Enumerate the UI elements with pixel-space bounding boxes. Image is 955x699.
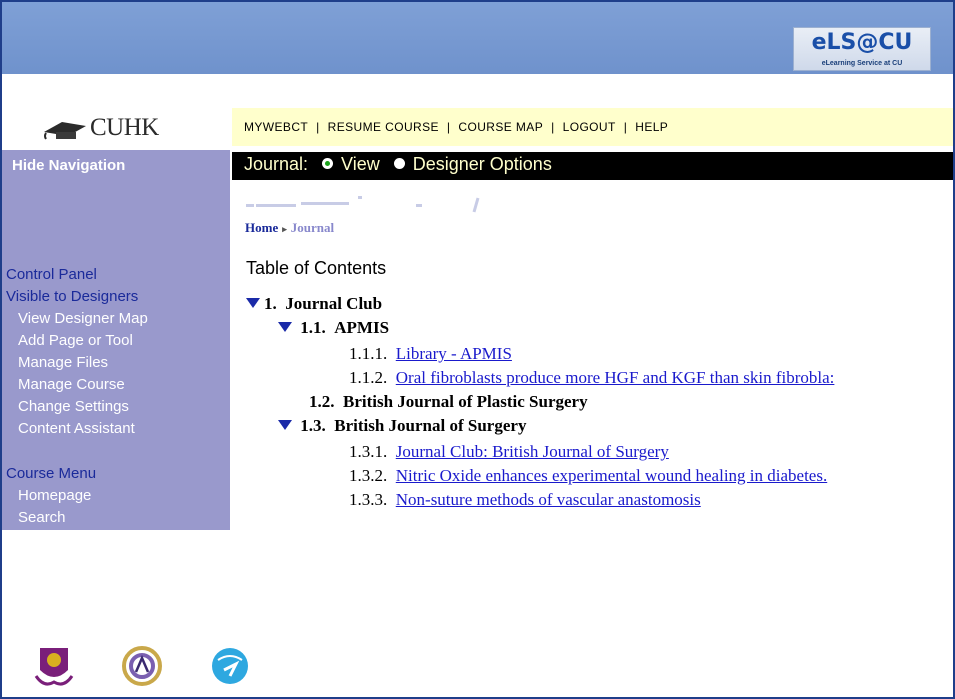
els-cu-logo[interactable]: eLS@CU eLearning Service at CU [793, 27, 931, 71]
sidebar-item-content-assistant[interactable]: Content Assistant [6, 418, 148, 440]
institute-logo-icon [122, 646, 162, 686]
toc-entry-number: 1.3.2. [349, 466, 388, 485]
hide-navigation-link[interactable]: Hide Navigation [12, 157, 125, 174]
toc-entry-1-1-2: 1.1.2. Oral fibroblasts produce more HGF… [349, 368, 834, 388]
toc-entry-label: British Journal of Plastic Surgery [343, 392, 588, 411]
journal-options-bar: Journal: View Designer Options [232, 152, 953, 180]
menu-separator: | [551, 120, 555, 134]
toc-entry-label: Journal Club [285, 294, 383, 313]
toc-entry-number: 1.2. [309, 392, 335, 411]
menu-separator: | [446, 120, 451, 134]
toc-entry-1: 1. Journal Club [246, 294, 382, 314]
course-title-graphic [246, 196, 480, 213]
sidebar-visible-to-designers: Visible to Designers [6, 288, 139, 305]
journal-options: Journal: View Designer Options [244, 154, 552, 175]
cuhk-crest-icon [34, 648, 74, 686]
sidebar-control-panel[interactable]: Control Panel [6, 264, 148, 286]
toc-entry-number: 1.3.3. [349, 490, 388, 509]
toc-link[interactable]: Journal Club: British Journal of Surgery [396, 442, 669, 461]
menu-logout[interactable]: LOGOUT [563, 120, 616, 134]
els-logo-main: eLS@CU [811, 30, 913, 55]
toc-entry-number: 1.1.1. [349, 344, 388, 363]
toc-link[interactable]: Nitric Oxide enhances experimental wound… [396, 466, 827, 485]
toc-title: Table of Contents [246, 258, 387, 278]
top-banner: eLS@CU eLearning Service at CU [2, 2, 953, 74]
toc-entry-number: 1.1.2. [349, 368, 388, 387]
expand-triangle-icon[interactable] [278, 420, 292, 431]
toc-link[interactable]: Oral fibroblasts produce more HGF and KG… [396, 368, 835, 387]
menu-resume-course[interactable]: RESUME COURSE [328, 120, 439, 134]
sidebar-item-change-settings[interactable]: Change Settings [6, 396, 148, 418]
toc-entry-number: 1.3.1. [349, 442, 388, 461]
browser-frame: eLS@CU eLearning Service at CU CUHK MYWE… [0, 0, 955, 699]
sidebar-nav: Control Panel Visible to Designers View … [6, 264, 148, 440]
sidebar-course-menu: Course Menu Homepage Search [6, 463, 96, 529]
sidebar-course-menu-heading: Course Menu [6, 465, 97, 482]
sidebar-item-manage-course[interactable]: Manage Course [6, 374, 148, 396]
toc-entry-label: APMIS [334, 318, 390, 337]
toc-link[interactable]: Non-suture methods of vascular anastomos… [396, 490, 701, 509]
graduation-cap-icon [44, 122, 86, 140]
breadcrumb: Home ▸ Journal [245, 220, 334, 236]
sidebar-item-homepage[interactable]: Homepage [6, 485, 96, 507]
els-logo-subtext: eLearning Service at CU [821, 60, 903, 67]
it-services-logo-icon [212, 648, 248, 684]
toc-entry-number: 1. [264, 294, 277, 313]
breadcrumb-home[interactable]: Home [245, 220, 278, 235]
breadcrumb-current: Journal [290, 220, 335, 235]
menu-course-map[interactable]: COURSE MAP [458, 120, 543, 134]
toc-entry-1-1-1: 1.1.1. Library - APMIS [349, 344, 512, 364]
toc-entry-1-3-1: 1.3.1. Journal Club: British Journal of … [349, 442, 669, 462]
expand-triangle-icon[interactable] [246, 298, 260, 309]
toc-entry-1-2: 1.2. British Journal of Plastic Surgery [309, 392, 588, 412]
toc-entry-label: British Journal of Surgery [334, 416, 527, 435]
toc-link[interactable]: Library - APMIS [396, 344, 512, 363]
sidebar-item-search[interactable]: Search [6, 507, 96, 529]
expand-triangle-icon[interactable] [278, 322, 292, 333]
sidebar-item-add-page-or-tool[interactable]: Add Page or Tool [6, 330, 148, 352]
view-option-label[interactable]: View [341, 154, 380, 174]
toc-entry-1-3-3: 1.3.3. Non-suture methods of vascular an… [349, 490, 701, 510]
journal-label: Journal: [244, 154, 309, 174]
menu-mywebct[interactable]: MYWEBCT [244, 120, 308, 134]
toc-entry-1-3-2: 1.3.2. Nitric Oxide enhances experimenta… [349, 466, 827, 486]
menu-help[interactable]: HELP [635, 120, 668, 134]
toc-entry-1-3: 1.3. British Journal of Surgery [278, 416, 526, 436]
view-radio[interactable] [322, 157, 334, 169]
toc-entry-number: 1.1. [300, 318, 326, 337]
menu-separator: | [316, 120, 320, 134]
sidebar-item-view-designer-map[interactable]: View Designer Map [6, 308, 148, 330]
footer-logos [34, 646, 248, 686]
menu-links: MYWEBCT | RESUME COURSE | COURSE MAP | LOGOUT |… [244, 120, 668, 134]
designer-options-label[interactable]: Designer Options [413, 154, 552, 174]
cuhk-logo-text: CUHK [90, 114, 159, 141]
menu-separator: | [623, 120, 628, 134]
designer-options-radio[interactable] [393, 157, 405, 169]
els-logo-text: eLS@CU [794, 30, 930, 55]
cuhk-logo[interactable]: CUHK [42, 114, 202, 146]
toc-entry-1-1: 1.1. APMIS [278, 318, 389, 338]
breadcrumb-arrow-icon: ▸ [282, 224, 287, 234]
toc-entry-number: 1.3. [300, 416, 326, 435]
top-menu-bar: MYWEBCT | RESUME COURSE | COURSE MAP | LOGOUT |… [232, 108, 953, 146]
sidebar-item-manage-files[interactable]: Manage Files [6, 352, 148, 374]
